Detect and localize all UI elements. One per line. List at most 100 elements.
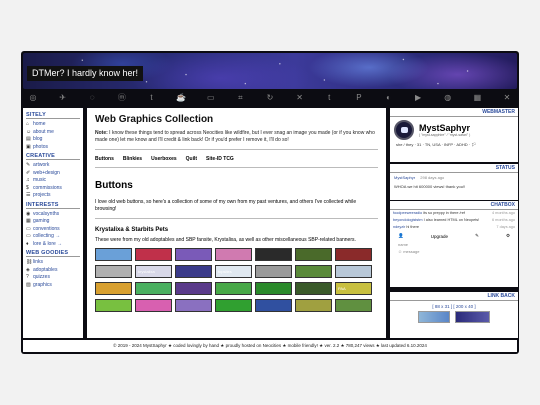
nav-links[interactable]: ⛓ links bbox=[26, 259, 80, 267]
section-intro: I love old web buttons, so here's a coll… bbox=[95, 199, 357, 212]
goodies-list: ⛓ links ◈ adoptables ? quizzes ▨ graphics bbox=[26, 259, 80, 289]
upgrade-link[interactable]: Upgrade bbox=[431, 234, 448, 239]
cycle-icon[interactable]: ↻ bbox=[265, 93, 275, 103]
web-button-88x31[interactable] bbox=[175, 248, 212, 261]
web-button-88x31[interactable] bbox=[215, 299, 252, 312]
web-button-88x31[interactable] bbox=[295, 265, 332, 278]
tab-userboxes[interactable]: Userboxes bbox=[151, 156, 177, 162]
nav-vocalsynths[interactable]: ◉ vocalsynths bbox=[26, 211, 80, 219]
nav-photos[interactable]: ▣ photos bbox=[26, 144, 80, 152]
spiral-icon[interactable]: ◌ bbox=[87, 93, 97, 103]
pencil-icon: ✎ bbox=[26, 162, 31, 168]
linkback-200x40-button[interactable] bbox=[455, 311, 490, 323]
nav-adoptables[interactable]: ◈ adoptables bbox=[26, 267, 80, 275]
nav-music[interactable]: ♫ music bbox=[26, 177, 80, 185]
web-button-88x31[interactable] bbox=[175, 282, 212, 295]
web-button-88x31[interactable] bbox=[95, 299, 132, 312]
nav-lore[interactable]: ♦ lore & lore → bbox=[26, 241, 80, 249]
gear-icon[interactable]: ⚙ bbox=[506, 233, 510, 239]
box-icon: ▭ bbox=[26, 233, 31, 239]
web-button-88x31[interactable] bbox=[215, 248, 252, 261]
web-button-88x31[interactable] bbox=[175, 265, 212, 278]
tab-blinkies[interactable]: Blinkies bbox=[123, 156, 142, 162]
crop-icon[interactable]: ⌗ bbox=[235, 93, 245, 103]
web-button-88x31[interactable] bbox=[95, 282, 132, 295]
tumblr-icon[interactable]: t bbox=[147, 93, 157, 103]
nav-home[interactable]: ⌂ home bbox=[26, 121, 80, 129]
nav-about-me[interactable]: ☺ about me bbox=[26, 129, 80, 137]
web-button-88x31[interactable] bbox=[135, 299, 172, 312]
web-button-88x31[interactable] bbox=[295, 299, 332, 312]
chat-message: foodpeeweeradio its so preppy in there /… bbox=[390, 210, 518, 217]
user-icon[interactable]: 👤 bbox=[398, 233, 404, 239]
building-icon[interactable]: ▦ bbox=[472, 93, 482, 103]
cross-icon[interactable]: ✕ bbox=[295, 93, 305, 103]
web-button-88x31[interactable] bbox=[335, 299, 372, 312]
main-content: Web Graphics Collection Note: I know the… bbox=[87, 108, 386, 338]
nav-artwork[interactable]: ✎ artwork bbox=[26, 162, 80, 170]
web-button-88x31[interactable] bbox=[295, 282, 332, 295]
linkback-sizes[interactable]: [ 88 x 31 ] [ 200 x 40 ] bbox=[390, 304, 518, 309]
web-button-88x31[interactable] bbox=[135, 248, 172, 261]
discord-icon[interactable]: ◐ bbox=[384, 93, 394, 103]
tab-buttons[interactable]: Buttons bbox=[95, 156, 114, 162]
tab-site-id-tcg[interactable]: Site-ID TCG bbox=[206, 156, 234, 162]
tab-quilt[interactable]: Quilt bbox=[186, 156, 197, 162]
home-icon: ⌂ bbox=[26, 121, 30, 127]
coffee-icon[interactable]: ☕ bbox=[176, 93, 186, 103]
smiley-icon[interactable]: ☺ bbox=[398, 249, 402, 254]
nav-projects[interactable]: ☰ projects bbox=[26, 192, 80, 200]
swirl-icon[interactable]: ◍ bbox=[443, 93, 453, 103]
chat-user[interactable]: ndeyzir bbox=[393, 225, 405, 229]
tumblr-t-icon[interactable]: t bbox=[324, 93, 334, 103]
web-button-88x31[interactable] bbox=[95, 248, 132, 261]
status-user[interactable]: MystSaphyr bbox=[394, 175, 415, 180]
youtube-icon[interactable]: ▶ bbox=[413, 93, 423, 103]
web-button-88x31[interactable]: krystalixa bbox=[135, 265, 172, 278]
edit-icon[interactable]: ✎ bbox=[475, 233, 479, 239]
webmaster-heading: WEBMASTER bbox=[390, 108, 518, 117]
nav-blog[interactable]: ▤ blog bbox=[26, 136, 80, 144]
web-button-88x31[interactable] bbox=[135, 282, 172, 295]
nav-commissions[interactable]: $ commissions bbox=[26, 185, 80, 193]
nav-label: lore & lore → bbox=[33, 240, 63, 247]
graphics-tabs: Buttons Blinkies Userboxes Quilt Site-ID… bbox=[95, 156, 378, 162]
web-button-88x31[interactable] bbox=[335, 265, 372, 278]
chat-user[interactable]: foodpeeweeradio bbox=[393, 211, 422, 215]
nav-label: commissions bbox=[33, 184, 62, 191]
section-heading: Buttons bbox=[95, 180, 133, 191]
web-button-88x31[interactable] bbox=[255, 248, 292, 261]
web-button-88x31[interactable] bbox=[255, 299, 292, 312]
web-button-88x31[interactable] bbox=[295, 248, 332, 261]
webmaster-name: MystSaphyr bbox=[419, 123, 471, 133]
web-button-88x31[interactable] bbox=[95, 265, 132, 278]
cassette-icon[interactable]: ▭ bbox=[206, 93, 216, 103]
web-button-88x31[interactable]: topsites bbox=[215, 265, 252, 278]
pinterest-icon[interactable]: P bbox=[354, 93, 364, 103]
image-icon: ▨ bbox=[26, 281, 31, 288]
web-button-88x31[interactable]: PAA bbox=[335, 282, 372, 295]
nav-label: links bbox=[33, 259, 44, 265]
nav-graphics[interactable]: ▨ graphics bbox=[26, 282, 80, 290]
bird-icon[interactable]: ✈ bbox=[58, 93, 68, 103]
chat-name-field[interactable]: name bbox=[390, 241, 518, 248]
creative-list: ✎ artwork ✐ web+design ♫ music $ commissions… bbox=[26, 162, 80, 200]
web-button-88x31[interactable] bbox=[175, 299, 212, 312]
nav-conventions[interactable]: ▭ conventions bbox=[26, 226, 80, 234]
chat-user[interactable]: beyondologiststm bbox=[393, 218, 423, 222]
nav-collecting[interactable]: ▭ collecting → bbox=[26, 233, 80, 241]
nav-web-design[interactable]: ✐ web+design bbox=[26, 170, 80, 178]
chat-message-field[interactable]: ☺ message bbox=[390, 248, 518, 255]
mastodon-icon[interactable]: ⓜ bbox=[117, 93, 127, 103]
twitter-x-icon[interactable]: ✕ bbox=[502, 93, 512, 103]
name-placeholder: name bbox=[398, 242, 409, 247]
linkback-88x31-button[interactable] bbox=[418, 311, 450, 323]
globe-icon[interactable]: ◎ bbox=[28, 93, 38, 103]
web-button-88x31[interactable] bbox=[335, 248, 372, 261]
web-button-88x31[interactable] bbox=[215, 282, 252, 295]
nav-gaming[interactable]: ▦ gaming bbox=[26, 218, 80, 226]
web-button-88x31[interactable] bbox=[255, 265, 292, 278]
web-button-88x31[interactable] bbox=[255, 282, 292, 295]
nav-quizzes[interactable]: ? quizzes bbox=[26, 274, 80, 282]
gamepad-icon: ▦ bbox=[26, 218, 31, 224]
